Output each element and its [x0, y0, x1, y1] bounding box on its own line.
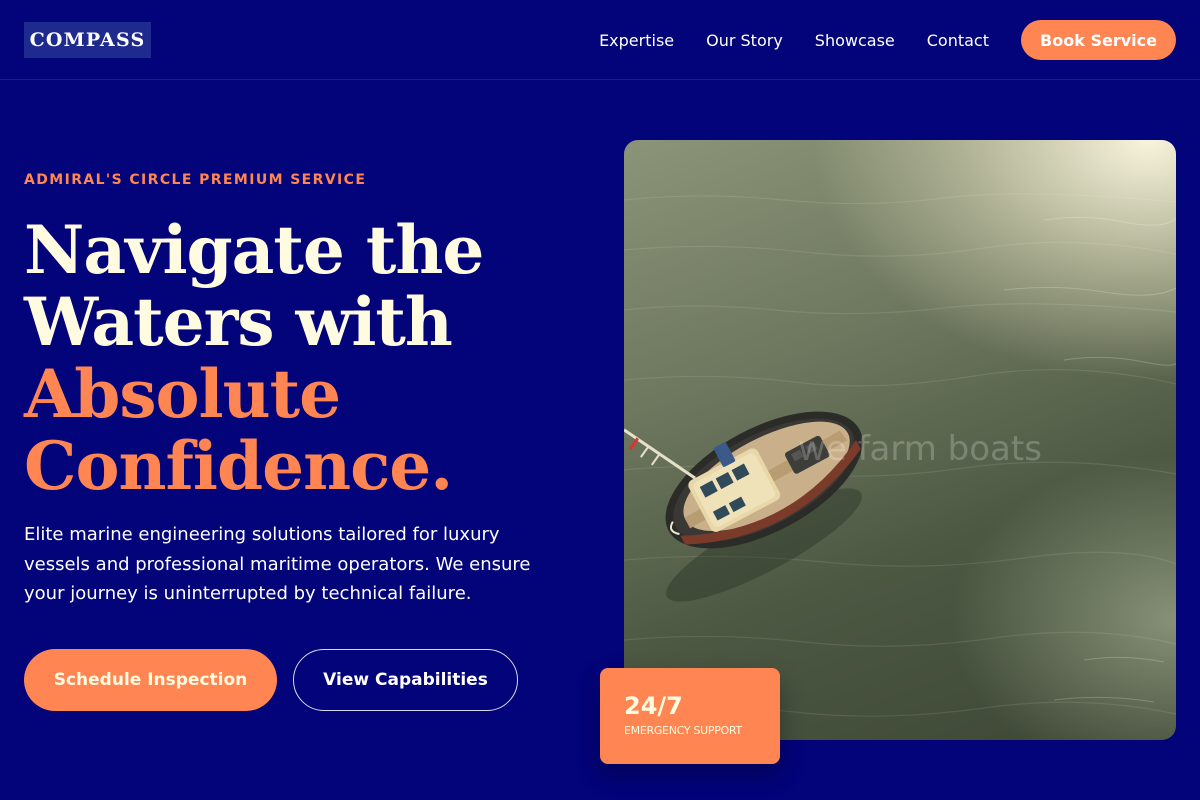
hero-eyebrow: ADMIRAL'S CIRCLE PREMIUM SERVICE — [24, 172, 367, 188]
headline-line-3: Absolute — [24, 355, 341, 433]
headline-line-1: Navigate the — [24, 211, 484, 289]
hero-description: Elite marine engineering solutions tailo… — [24, 524, 531, 604]
image-watermark: we farm boats — [798, 429, 1042, 469]
tugboat-illustration: we farm boats — [624, 193, 1176, 717]
headline-line-2: Waters with — [24, 283, 453, 361]
nav-link-our-story[interactable]: Our Story — [706, 31, 783, 50]
hero-image-tugboat: we farm boats — [624, 140, 1176, 740]
view-capabilities-button[interactable]: View Capabilities — [293, 649, 518, 711]
support-value: 24/7 — [624, 692, 683, 720]
schedule-inspection-button[interactable]: Schedule Inspection — [24, 649, 277, 711]
nav-link-showcase[interactable]: Showcase — [815, 31, 895, 50]
support-label: EMERGENCY SUPPORT — [624, 724, 742, 737]
hero-headline: Navigate the Waters with Absolute Confid… — [24, 214, 544, 502]
nav-link-expertise[interactable]: Expertise — [599, 31, 674, 50]
nav-link-contact[interactable]: Contact — [927, 31, 989, 50]
headline-line-4: Confidence. — [24, 427, 453, 505]
emergency-support-card: 24/7 EMERGENCY SUPPORT — [600, 668, 780, 764]
logo[interactable]: COMPASS — [24, 22, 151, 58]
main-nav: Expertise Our Story Showcase Contact Boo… — [599, 0, 1176, 80]
book-service-button[interactable]: Book Service — [1021, 20, 1176, 60]
site-header: COMPASS Expertise Our Story Showcase Con… — [0, 0, 1200, 80]
